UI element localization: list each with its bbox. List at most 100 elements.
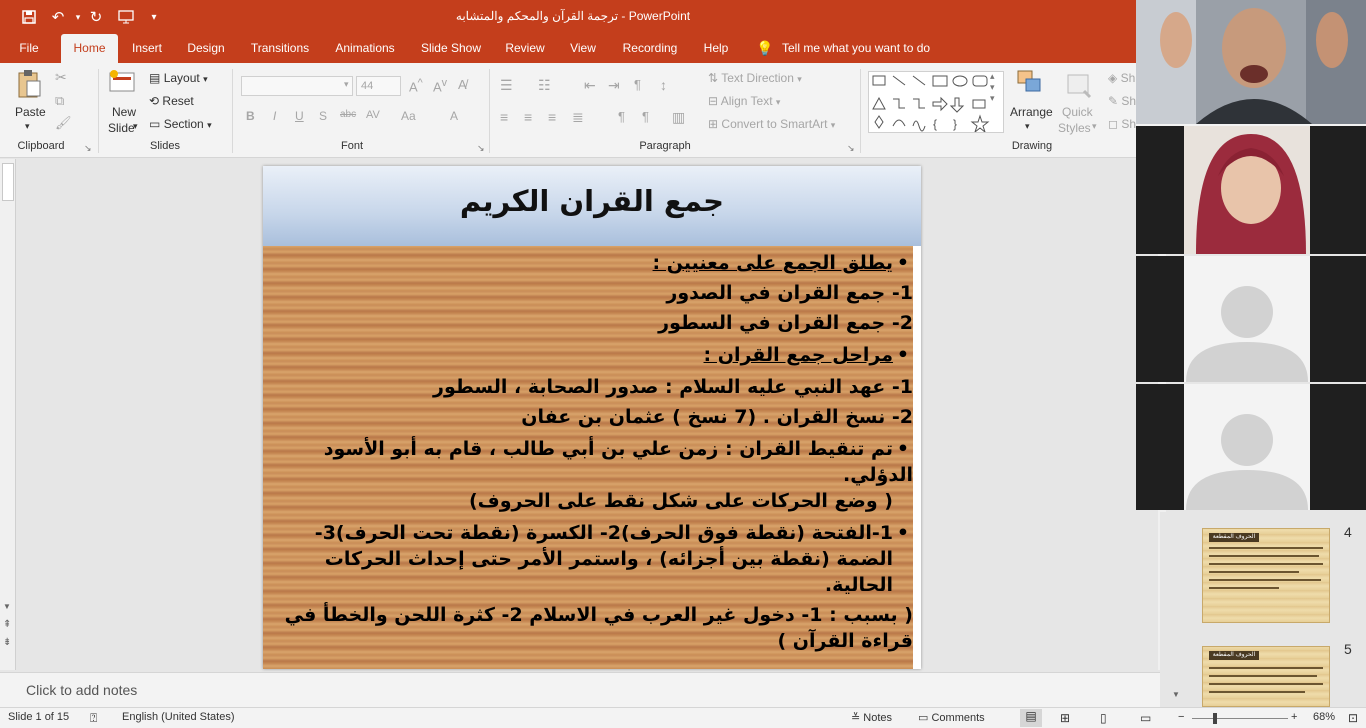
current-slide[interactable]: جمع القران الكريم • يطلق الجمع على معنيين… — [263, 166, 921, 669]
align-right-icon[interactable]: ≡ — [548, 109, 556, 125]
slide-line: 1- جمع القران في الصدور — [666, 282, 913, 304]
panel-scroll-down-icon[interactable]: ▼ — [1172, 690, 1180, 699]
tell-me-search[interactable]: Tell me what you want to do — [782, 34, 942, 63]
zoom-in-icon[interactable]: + — [1291, 711, 1297, 723]
notes-placeholder[interactable]: Click to add notes — [26, 682, 137, 698]
arrange-icon[interactable] — [1016, 69, 1044, 102]
slide-title[interactable]: جمع القران الكريم — [263, 184, 921, 218]
reading-view-icon[interactable]: ▯ — [1100, 711, 1107, 725]
shadow-button[interactable]: S — [319, 109, 327, 123]
slide-sorter-icon[interactable]: ⊞ — [1060, 711, 1070, 725]
increase-indent-icon[interactable]: ⇥ — [608, 77, 620, 94]
font-launcher-icon[interactable]: ↘ — [477, 143, 485, 154]
notes-button[interactable]: ≚ Notes — [851, 711, 892, 724]
smartart-button[interactable]: ⊞ Convert to SmartArt ▾ — [708, 117, 835, 131]
spell-check-icon[interactable]: ⍰ — [90, 711, 97, 726]
font-name-dropdown-icon[interactable]: ▾ — [344, 79, 349, 90]
tab-file[interactable]: File — [10, 34, 48, 63]
quick-styles-dropdown-icon[interactable]: ▾ — [1092, 121, 1097, 132]
slide-line: يطلق الجمع على معنيين : — [652, 252, 893, 274]
italic-button[interactable]: I — [273, 109, 276, 123]
tab-animations[interactable]: Animations — [329, 34, 401, 63]
font-size-input[interactable]: 44 — [356, 76, 401, 96]
next-slide-icon[interactable]: ⇟ — [3, 637, 11, 648]
font-color-button[interactable]: A — [450, 109, 458, 123]
bullets-icon[interactable]: ☰ — [500, 77, 513, 94]
tab-insert[interactable]: Insert — [127, 34, 167, 63]
tab-review[interactable]: Review — [501, 34, 549, 63]
shape-fill-button[interactable]: ◈ Sh — [1108, 71, 1135, 85]
slide-body-text[interactable]: • يطلق الجمع على معنيين : 1- جمع القران ف… — [283, 248, 913, 654]
arrange-dropdown-icon[interactable]: ▾ — [1025, 121, 1030, 132]
section-button[interactable]: ▭ Section ▾ — [149, 117, 212, 131]
tab-transitions[interactable]: Transitions — [246, 34, 314, 63]
align-center-icon[interactable]: ≡ — [524, 109, 532, 125]
quick-styles-label[interactable]: Quick — [1062, 105, 1093, 119]
new-slide-label[interactable]: New — [112, 105, 136, 119]
align-text-button[interactable]: ⊟ Align Text ▾ — [708, 94, 780, 108]
tab-view[interactable]: View — [565, 34, 601, 63]
shapes-scroll-icon[interactable]: ▴ ▾ ▾ — [990, 71, 995, 104]
columns-icon[interactable]: ▥ — [672, 109, 685, 126]
cut-icon[interactable]: ✂ — [55, 69, 67, 86]
increase-font-icon[interactable]: A^ — [409, 77, 423, 94]
character-spacing-button[interactable]: AV — [366, 109, 380, 121]
layout-dropdown-icon: ▾ — [203, 74, 208, 84]
underline-button[interactable]: U — [295, 109, 304, 123]
rtl-direction-icon[interactable]: ¶ — [642, 109, 649, 124]
scroll-down-icon[interactable]: ▼ — [3, 602, 11, 611]
format-painter-icon[interactable]: 🖌 — [55, 115, 72, 131]
justify-icon[interactable]: ≣ — [572, 109, 584, 126]
slide-thumbnail-5[interactable]: الحروف المقطعة — [1202, 646, 1330, 707]
new-slide-dropdown-icon[interactable]: ▾ — [133, 121, 138, 132]
decrease-indent-icon[interactable]: ⇤ — [584, 77, 596, 94]
comments-button[interactable]: ▭ Comments — [918, 711, 985, 724]
tab-recording[interactable]: Recording — [617, 34, 683, 63]
clear-formatting-icon[interactable]: A̸ — [458, 77, 467, 92]
font-name-input[interactable] — [241, 76, 353, 96]
align-left-icon[interactable]: ≡ — [500, 109, 508, 125]
text-direction-button[interactable]: ⇅ Text Direction ▾ — [708, 71, 802, 85]
new-slide-label-2[interactable]: Slide — [108, 121, 135, 135]
zoom-level[interactable]: 68% — [1313, 711, 1335, 723]
normal-view-icon[interactable]: ▤ — [1020, 709, 1042, 727]
shape-effects-button[interactable]: ◻ Sh — [1108, 117, 1136, 131]
paste-dropdown-icon[interactable]: ▾ — [25, 121, 30, 132]
shapes-gallery[interactable]: {} — [868, 71, 1004, 134]
slideshow-icon[interactable]: ▭ — [1140, 711, 1151, 725]
tab-slide-show[interactable]: Slide Show — [417, 34, 485, 63]
decrease-font-icon[interactable]: Av — [433, 77, 447, 94]
zoom-slider-track[interactable] — [1192, 718, 1288, 719]
layout-button[interactable]: ▤ Layout ▾ — [149, 71, 208, 85]
quick-styles-label-2[interactable]: Styles — [1058, 121, 1091, 135]
bold-button[interactable]: B — [246, 109, 255, 123]
language-indicator[interactable]: English (United States) — [122, 711, 235, 723]
new-slide-icon[interactable] — [108, 69, 138, 98]
shape-outline-button[interactable]: ✎ Sh — [1108, 94, 1136, 108]
fit-to-window-icon[interactable]: ⊡ — [1348, 711, 1358, 725]
slide-thumbnail-4[interactable]: الحروف المقطعة — [1202, 528, 1330, 623]
reset-button[interactable]: ⟲ Reset — [149, 94, 194, 108]
tab-home[interactable]: Home — [61, 34, 118, 63]
notes-pane[interactable]: Click to add notes — [0, 672, 1160, 707]
change-case-button[interactable]: Aa — [401, 109, 416, 123]
strikethrough-button[interactable]: abc — [340, 109, 356, 120]
rtl-icon[interactable]: ¶ — [634, 77, 641, 92]
zoom-out-icon[interactable]: − — [1178, 711, 1184, 723]
arrange-label[interactable]: Arrange — [1010, 105, 1053, 119]
avatar-placeholder-icon — [1136, 256, 1366, 382]
bullet-icon: • — [896, 522, 910, 544]
numbering-icon[interactable]: ☷ — [538, 77, 551, 94]
quick-styles-icon[interactable] — [1064, 71, 1094, 102]
line-spacing-icon[interactable]: ↕ — [660, 77, 667, 93]
zoom-slider-thumb[interactable] — [1212, 713, 1217, 724]
left-scrollbar-thumb[interactable] — [2, 163, 14, 201]
tab-design[interactable]: Design — [182, 34, 230, 63]
previous-slide-icon[interactable]: ⇞ — [3, 619, 11, 630]
tab-help[interactable]: Help — [699, 34, 733, 63]
paragraph-launcher-icon[interactable]: ↘ — [847, 143, 855, 154]
paste-button[interactable] — [14, 69, 44, 102]
ltr-icon[interactable]: ¶ — [618, 109, 625, 124]
clipboard-launcher-icon[interactable]: ↘ — [84, 143, 92, 154]
copy-icon[interactable]: ⧉ — [55, 93, 64, 109]
